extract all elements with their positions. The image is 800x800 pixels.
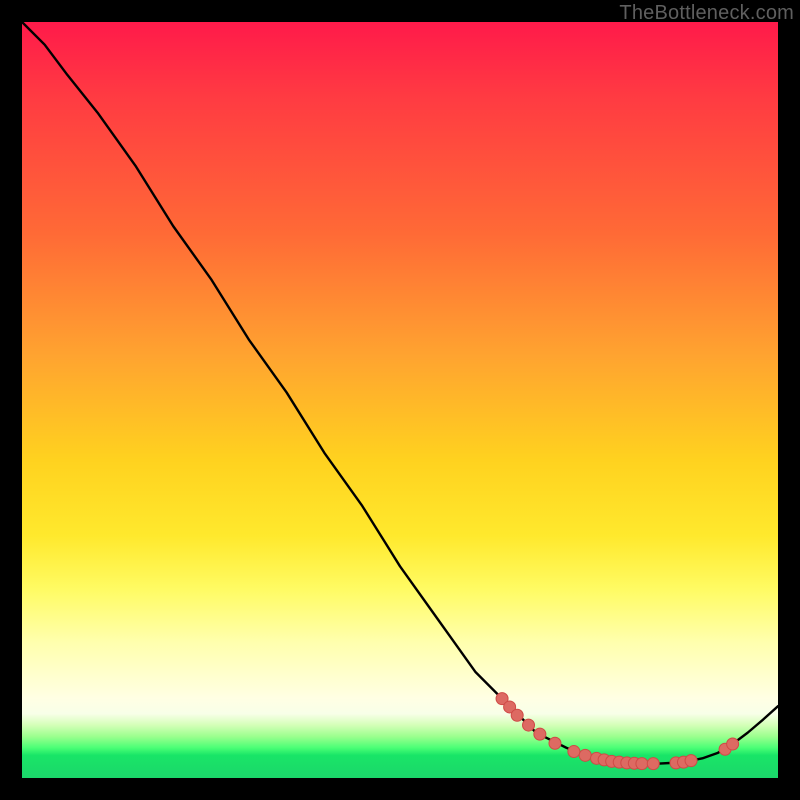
data-marker — [636, 758, 648, 770]
watermark-text: TheBottleneck.com — [619, 2, 794, 25]
data-marker — [685, 755, 697, 767]
chart-frame: TheBottleneck.com — [0, 0, 800, 800]
data-marker — [511, 709, 523, 721]
data-marker — [534, 728, 546, 740]
data-marker — [579, 749, 591, 761]
data-marker — [549, 737, 561, 749]
data-marker — [568, 746, 580, 758]
curve-line — [22, 22, 778, 764]
data-marker — [523, 719, 535, 731]
data-marker — [647, 758, 659, 770]
chart-svg — [22, 22, 778, 778]
data-marker — [727, 738, 739, 750]
plot-area — [22, 22, 778, 778]
